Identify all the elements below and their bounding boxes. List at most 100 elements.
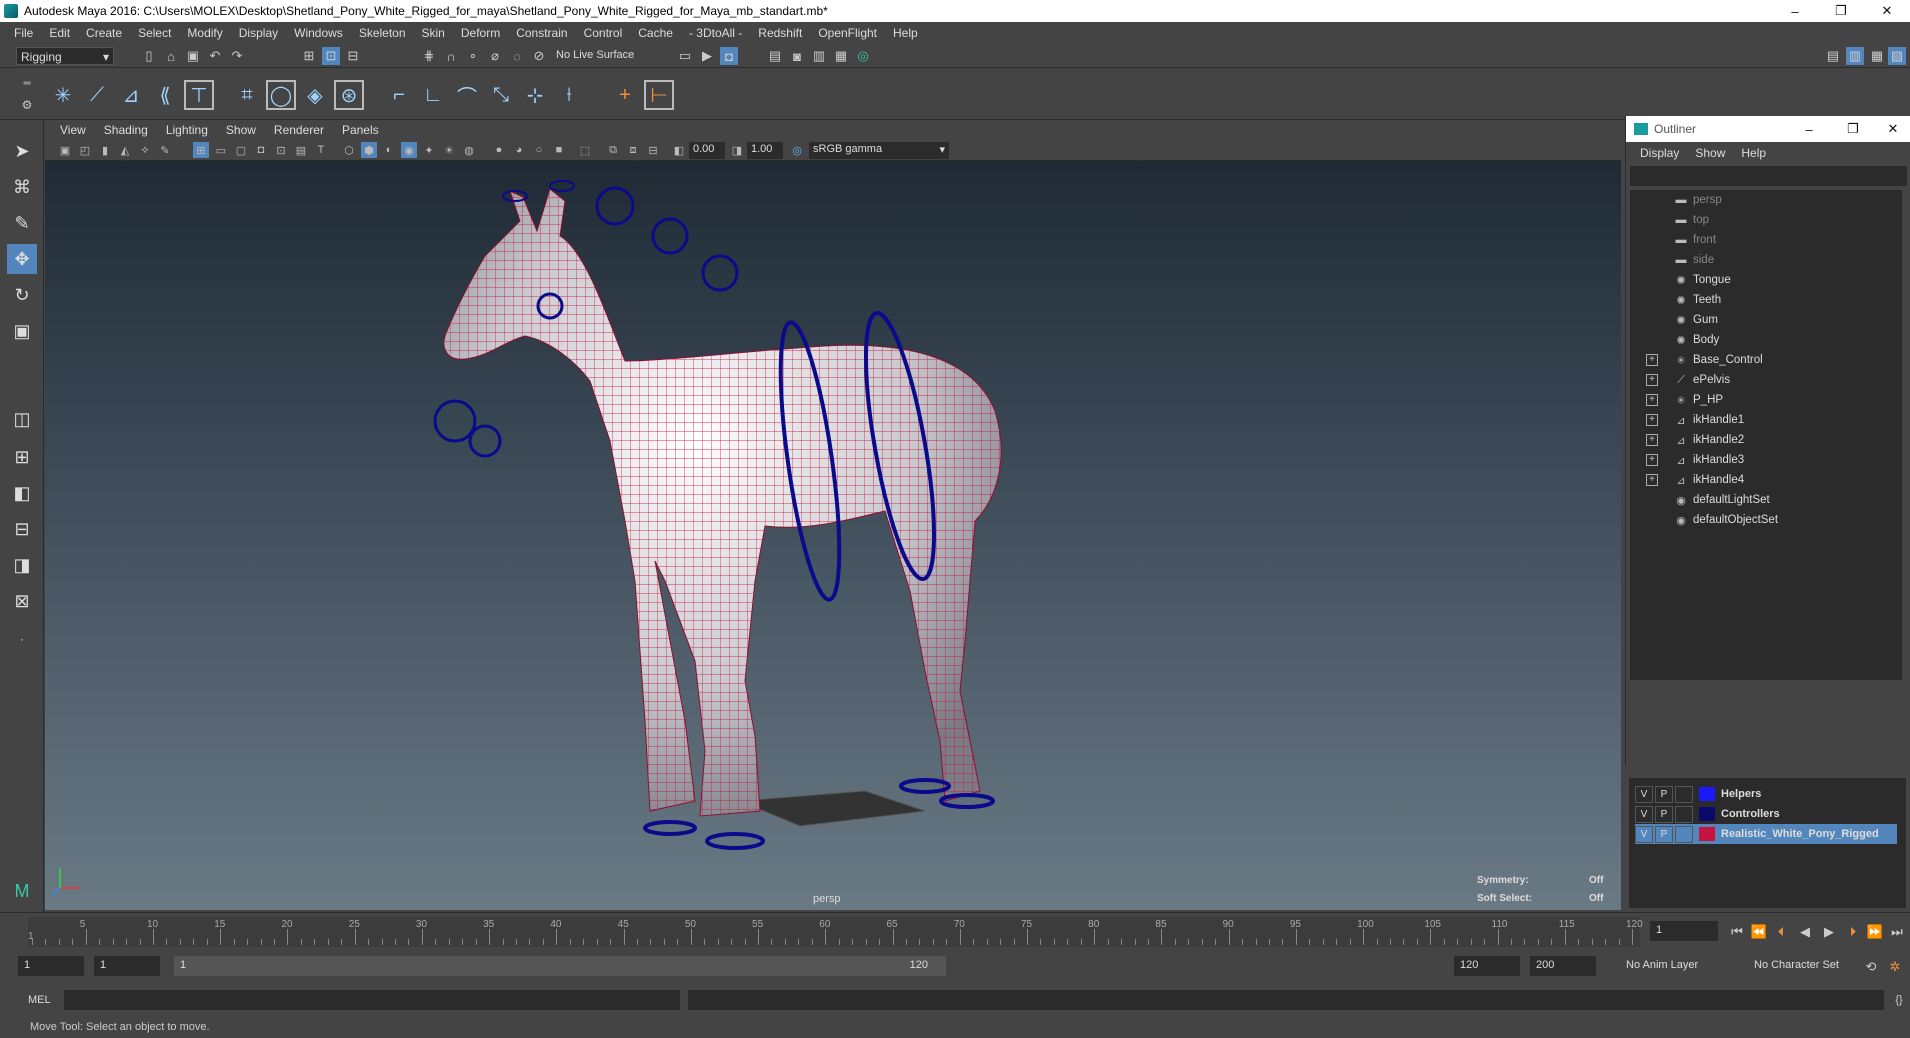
viewport-menu-renderer[interactable]: Renderer xyxy=(265,123,333,137)
render-frame-icon[interactable]: ▶ xyxy=(698,47,716,65)
jaw-controller[interactable] xyxy=(433,399,477,443)
grease-pencil-icon[interactable]: ✎ xyxy=(157,142,173,158)
minimize-button[interactable]: – xyxy=(1772,0,1818,22)
depth-of-field-icon[interactable]: ■ xyxy=(551,142,567,158)
pony-mesh[interactable] xyxy=(443,188,1002,817)
outliner-item-defaultlightset[interactable]: ◉ defaultLightSet xyxy=(1630,490,1902,510)
viewport-menu-show[interactable]: Show xyxy=(217,123,265,137)
layout-icon[interactable]: ▥ xyxy=(1846,47,1864,65)
foot-controller-front-left[interactable] xyxy=(643,820,697,836)
outliner-item-ikhandle1[interactable]: + ⊿ ikHandle1 xyxy=(1630,410,1902,430)
xray-icon[interactable]: ⧉ xyxy=(605,142,621,158)
outliner-item-ikhandle2[interactable]: + ⊿ ikHandle2 xyxy=(1630,430,1902,450)
range-slider-bar[interactable]: 1 120 xyxy=(174,956,946,976)
isolate-select-icon[interactable]: ⬚ xyxy=(577,142,593,158)
layer-playback-toggle[interactable]: P xyxy=(1655,805,1673,823)
pole-vector-icon[interactable]: ⊹ xyxy=(520,80,550,110)
lattice-icon[interactable]: ⌗ xyxy=(232,80,262,110)
menu-windows[interactable]: Windows xyxy=(286,26,351,40)
animation-start-field[interactable]: 1 xyxy=(18,956,84,976)
select-component-icon[interactable]: ⊟ xyxy=(344,47,362,65)
paint-weights-icon[interactable]: ⌐ xyxy=(384,80,414,110)
layer-display-type-toggle[interactable] xyxy=(1675,825,1693,843)
camera-attributes-icon[interactable]: ◰ xyxy=(77,142,93,158)
outliner-item-body[interactable]: ✺ Body xyxy=(1630,330,1902,350)
cluster-icon[interactable]: ◯ xyxy=(266,80,296,110)
perspective-viewport[interactable]: persp Symmetry: Off Soft Select: Off xyxy=(45,161,1621,910)
redo-icon[interactable]: ↷ xyxy=(228,47,246,65)
playback-start-field[interactable]: 1 xyxy=(94,956,160,976)
menu-help[interactable]: Help xyxy=(885,26,926,40)
two-d-pan-icon[interactable]: ⟡ xyxy=(137,142,153,158)
current-frame-field[interactable]: 1 xyxy=(1650,921,1718,941)
joint-tool-icon[interactable]: ✳ xyxy=(48,80,78,110)
open-scene-icon[interactable]: ⌂ xyxy=(162,47,180,65)
auto-key-icon[interactable]: ⟲ xyxy=(1862,958,1880,976)
outliner-item-epelvis[interactable]: + ⟋ ePelvis xyxy=(1630,370,1902,390)
smooth-shade-icon[interactable]: ⬢ xyxy=(361,142,377,158)
menu-modify[interactable]: Modify xyxy=(179,26,230,40)
make-live-icon[interactable]: ⊘ xyxy=(530,47,548,65)
gamma-field[interactable]: 1.00 xyxy=(747,142,783,159)
wireframe-on-shaded-icon[interactable]: ◐ xyxy=(381,142,397,158)
motion-blur-icon[interactable]: ◕ xyxy=(511,142,527,158)
render-settings-icon[interactable]: ▤ xyxy=(766,47,784,65)
outliner-maximize-button[interactable]: ❐ xyxy=(1831,118,1875,140)
redshift-icon[interactable]: ◎ xyxy=(854,47,872,65)
safe-title-icon[interactable]: T xyxy=(313,142,329,158)
constraint-options-icon[interactable]: ⊢ xyxy=(644,80,674,110)
exposure-icon[interactable]: ◧ xyxy=(671,142,687,158)
ipr-render-icon[interactable]: ◘ xyxy=(720,47,738,65)
camera-select-icon[interactable]: ▣ xyxy=(57,142,73,158)
menu-display[interactable]: Display xyxy=(231,26,286,40)
layer-visibility-toggle[interactable]: V xyxy=(1635,805,1653,823)
outliner-menu-help[interactable]: Help xyxy=(1733,146,1774,160)
layer-color-swatch[interactable] xyxy=(1699,807,1715,821)
outliner-close-button[interactable]: ✕ xyxy=(1875,118,1910,140)
animation-end-field[interactable]: 200 xyxy=(1530,956,1596,976)
outliner-item-base_control[interactable]: + ✳ Base_Control xyxy=(1630,350,1902,370)
ik-handle-tool-icon[interactable]: ⟋ xyxy=(82,80,112,110)
viewport-menu-lighting[interactable]: Lighting xyxy=(157,123,217,137)
menu-file[interactable]: File xyxy=(6,26,41,40)
bind-skin-icon[interactable]: ⊛ xyxy=(334,80,364,110)
bookmark-icon[interactable]: ▮ xyxy=(97,142,113,158)
play-forward-icon[interactable]: ▶ xyxy=(1820,923,1838,941)
color-management-icon[interactable]: ◎ xyxy=(789,142,805,158)
step-back-key-icon[interactable]: ⏪ xyxy=(1750,923,1768,941)
menu-edit[interactable]: Edit xyxy=(41,26,78,40)
command-input[interactable] xyxy=(64,990,680,1010)
outliner-item-top[interactable]: ▬ top xyxy=(1630,210,1902,230)
expand-icon[interactable]: + xyxy=(1646,434,1658,446)
viewport-menu-panels[interactable]: Panels xyxy=(333,123,388,137)
layer-row-realistic_white_pony_rigged[interactable]: V P Realistic_White_Pony_Rigged xyxy=(1635,824,1897,844)
screen-space-ao-icon[interactable]: ● xyxy=(491,142,507,158)
expand-icon[interactable]: + xyxy=(1646,454,1658,466)
expand-icon[interactable]: + xyxy=(1646,374,1658,386)
layer-visibility-toggle[interactable]: V xyxy=(1635,825,1653,843)
snap-curve-icon[interactable]: ∩ xyxy=(442,47,460,65)
layer-color-swatch[interactable] xyxy=(1699,827,1715,841)
menu-3dtoall[interactable]: - 3DtoAll - xyxy=(681,26,750,40)
undo-icon[interactable]: ↶ xyxy=(206,47,224,65)
render-sequence-icon[interactable]: ▦ xyxy=(832,47,850,65)
move-tool-icon[interactable]: ✥ xyxy=(7,244,37,274)
menu-constrain[interactable]: Constrain xyxy=(508,26,575,40)
layer-color-swatch[interactable] xyxy=(1699,787,1715,801)
field-chart-icon[interactable]: ⊡ xyxy=(273,142,289,158)
outliner-item-tongue[interactable]: ✺ Tongue xyxy=(1630,270,1902,290)
single-perspective-layout-icon[interactable]: ◫ xyxy=(7,404,37,434)
xray-components-icon[interactable]: ⊟ xyxy=(645,142,661,158)
head-controller[interactable] xyxy=(595,186,635,226)
pony-rig-scene[interactable] xyxy=(45,161,1621,910)
close-button[interactable]: ✕ xyxy=(1864,0,1910,22)
outliner-minimize-button[interactable]: – xyxy=(1787,118,1831,140)
shelf-collapse-icon[interactable]: ═ xyxy=(18,74,36,92)
maximize-button[interactable]: ❐ xyxy=(1818,0,1864,22)
insert-joint-icon[interactable]: ⟪ xyxy=(150,80,180,110)
menu-control[interactable]: Control xyxy=(576,26,631,40)
outliner-item-persp[interactable]: ▬ persp xyxy=(1630,190,1902,210)
ik-spline-tool-icon[interactable]: ⊿ xyxy=(116,80,146,110)
layer-playback-toggle[interactable]: P xyxy=(1655,785,1673,803)
menuset-dropdown[interactable]: Rigging ▾ xyxy=(16,47,114,65)
